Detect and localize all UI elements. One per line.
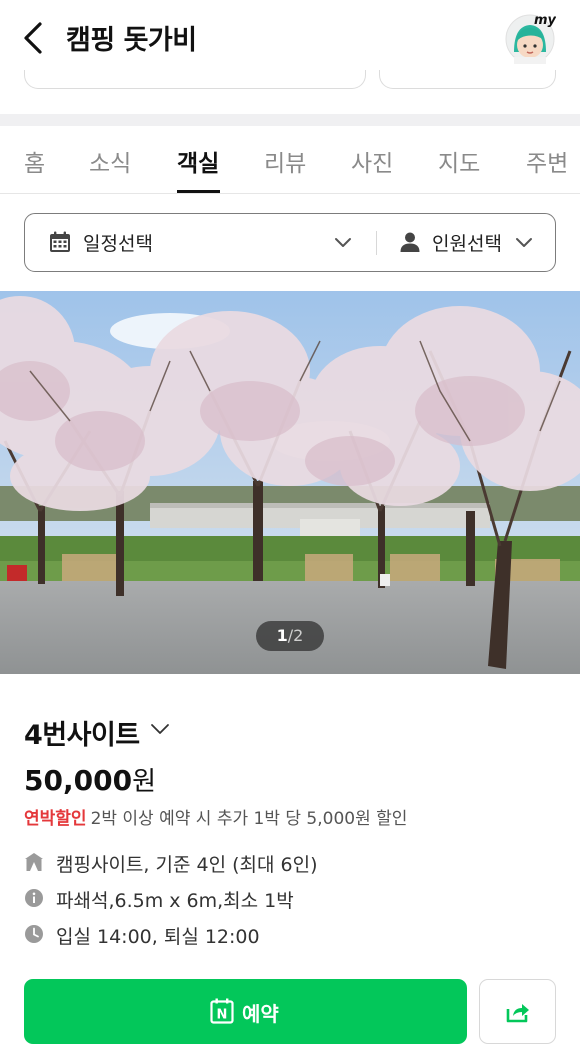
site-photo[interactable] [0, 291, 580, 674]
spec-text: 파쇄석,6.5m x 6m,최소 1박 [56, 890, 294, 912]
cherry-blossom-photo [0, 291, 580, 674]
tab-bar: 홈 소식 객실 리뷰 사진 지도 주변 [0, 126, 580, 194]
discount-info: 연박할인 2박 이상 예약 시 추가 1박 당 5,000원 할인 [24, 804, 407, 829]
date-select-button[interactable]: 일정선택 [25, 214, 376, 271]
people-select-button[interactable]: 인원선택 [377, 214, 555, 271]
site-price: 50,000원 [24, 761, 156, 798]
tab-news[interactable]: 소식 [89, 144, 131, 178]
photo-current-index: 1 [276, 626, 288, 645]
reserve-label: 예약 [242, 1002, 279, 1026]
active-tab-indicator [177, 190, 220, 193]
tab-photos[interactable]: 사진 [351, 144, 393, 178]
price-amount: 50,000 [24, 764, 133, 797]
people-select-label: 인원선택 [432, 233, 502, 255]
my-page-button[interactable]: my [504, 12, 557, 64]
photo-total-count: 2 [293, 626, 304, 645]
tab-home[interactable]: 홈 [24, 144, 45, 178]
tent-icon [25, 853, 43, 871]
photo-counter: 1/2 [256, 621, 324, 651]
chevron-down-icon [335, 238, 351, 247]
checkin-text: 입실 14:00, 퇴실 12:00 [56, 926, 260, 948]
reserve-button[interactable]: N 예약 [24, 979, 467, 1044]
chevron-down-icon [516, 238, 532, 247]
page-title: 캠핑 돗가비 [66, 25, 197, 56]
reserve-button-content: N 예약 [210, 998, 279, 1029]
tab-map[interactable]: 지도 [438, 144, 480, 178]
avatar: my [505, 13, 557, 64]
person-icon [400, 232, 420, 252]
naver-calendar-icon: N [210, 998, 234, 1024]
tab-nearby[interactable]: 주변 [526, 144, 568, 178]
top-app-bar: 캠핑 돗가비 my [0, 0, 580, 76]
share-icon [506, 1004, 529, 1023]
discount-tag: 연박할인 [24, 809, 87, 829]
avatar-badge: my [534, 13, 556, 28]
summary-card-right [379, 70, 556, 89]
info-icon [25, 889, 43, 907]
date-select-label: 일정선택 [83, 233, 153, 255]
calendar-icon [50, 231, 70, 252]
tab-rooms[interactable]: 객실 [177, 144, 219, 178]
tab-reviews[interactable]: 리뷰 [264, 144, 306, 178]
clock-icon [25, 925, 43, 943]
back-button[interactable] [18, 20, 50, 56]
discount-text: 2박 이상 예약 시 추가 1박 당 5,000원 할인 [90, 809, 408, 829]
naver-letter: N [217, 1008, 228, 1023]
site-name[interactable]: 4번사이트 [24, 713, 140, 752]
share-button[interactable] [479, 979, 556, 1044]
section-divider [0, 114, 580, 126]
capacity-text: 캠핑사이트, 기준 4인 (최대 6인) [56, 854, 318, 876]
chevron-left-icon [24, 22, 42, 54]
booking-filter-bar: 일정선택 인원선택 [24, 213, 556, 272]
summary-card-left [24, 70, 366, 89]
price-unit: 원 [132, 767, 156, 797]
chevron-down-icon[interactable] [150, 722, 170, 736]
